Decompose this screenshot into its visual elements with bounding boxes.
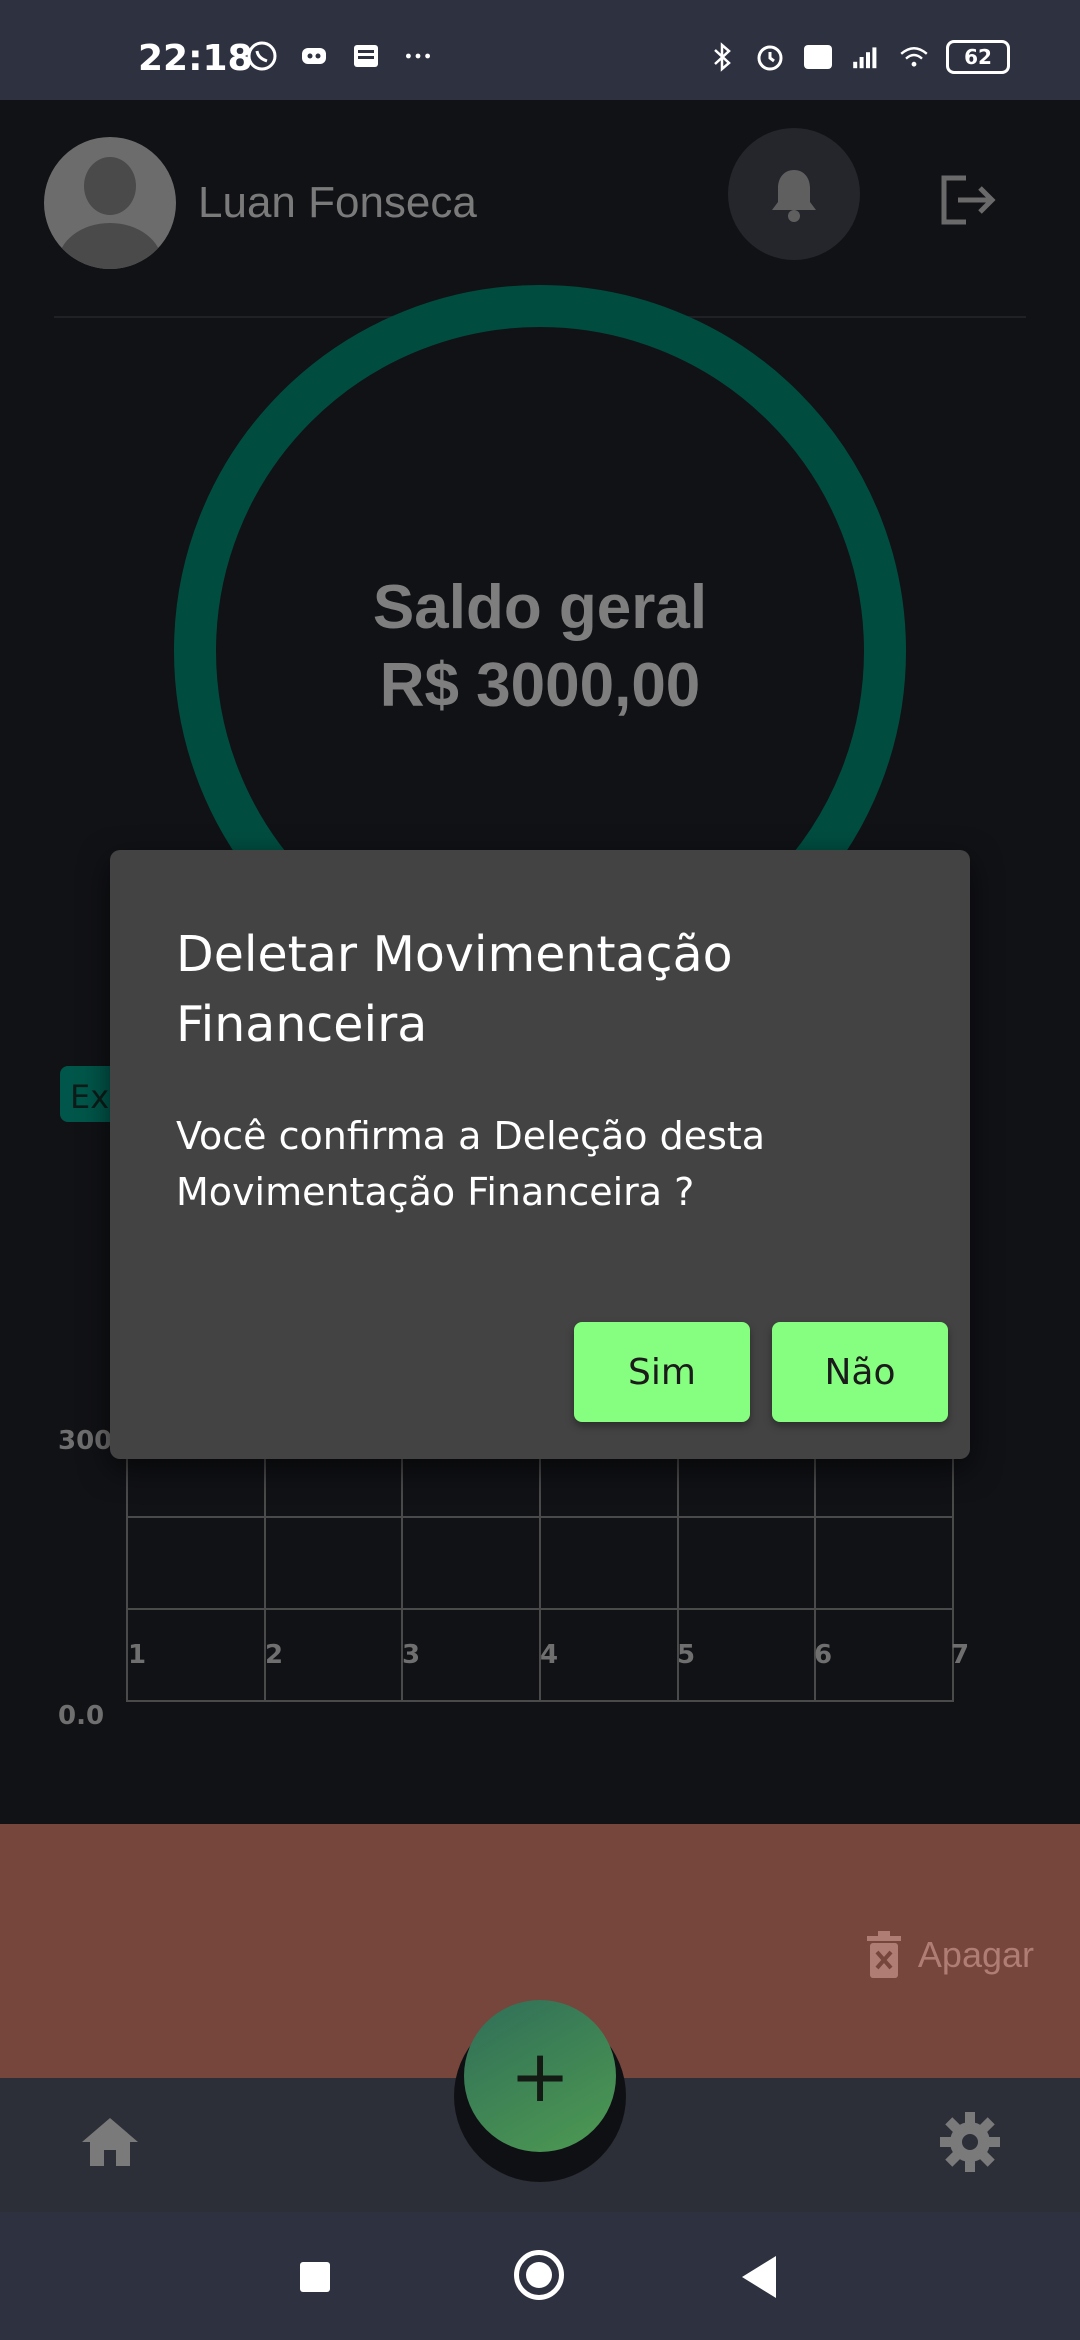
confirm-button[interactable]: Sim: [574, 1322, 750, 1422]
cancel-button[interactable]: Não: [772, 1322, 948, 1422]
home-system-button[interactable]: [514, 2250, 564, 2300]
dialog-message: Você confirma a Deleção desta Movimentaç…: [176, 1114, 766, 1214]
dialog-title: Deletar Movimentação Financeira: [176, 926, 733, 1053]
delete-dialog: Deletar Movimentação Financeira Você con…: [110, 850, 970, 1459]
back-button[interactable]: [742, 2256, 776, 2298]
recents-button[interactable]: [300, 2262, 330, 2292]
